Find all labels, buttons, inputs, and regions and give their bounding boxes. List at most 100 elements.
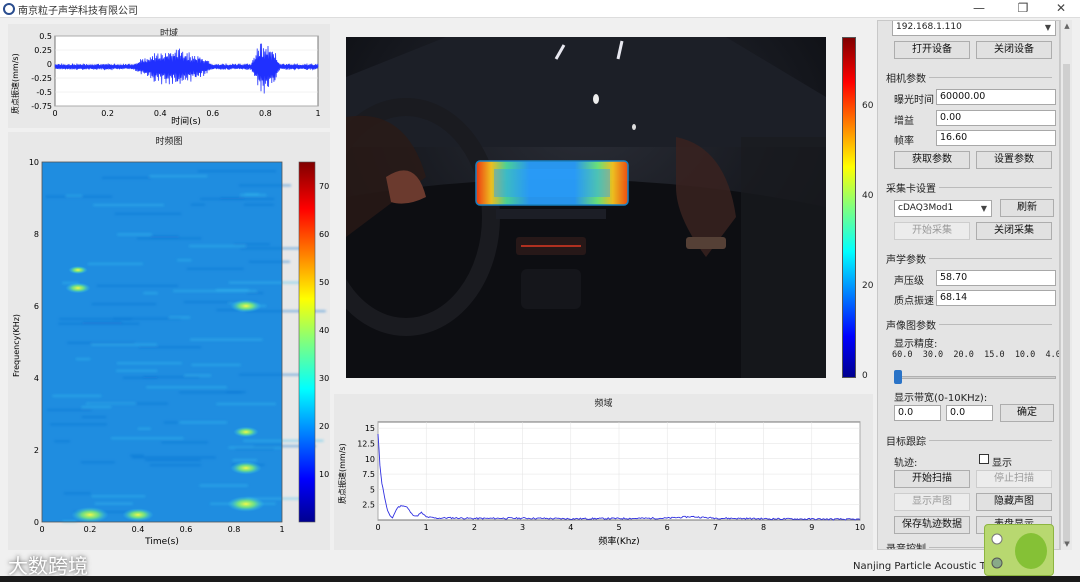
scroll-down-icon[interactable]: ▼ xyxy=(1061,538,1073,550)
spectrogram-colorbar-tick: 50 xyxy=(319,278,329,287)
spectrogram-colorbar-tick: 30 xyxy=(319,374,329,383)
spectrogram-band xyxy=(91,495,146,498)
chevron-down-icon: ▼ xyxy=(1044,23,1051,32)
freq-xlabel: 频率(Khz) xyxy=(598,535,639,547)
particle-velocity-label: 质点振速 xyxy=(894,296,934,307)
set-params-button[interactable]: 设置参数 xyxy=(976,151,1052,169)
spectrogram-band xyxy=(191,364,241,366)
spectrogram-band xyxy=(149,175,208,177)
close-button[interactable]: ✕ xyxy=(1044,0,1078,18)
freq-x-tick-label: 1 xyxy=(424,523,429,532)
freq-ylabel: 质点振速(mm/s) xyxy=(337,443,347,504)
confirm-bandwidth-button[interactable]: 确定 xyxy=(1000,404,1054,422)
band-low-field[interactable]: 0.0 xyxy=(894,405,941,421)
freq-x-tick-label: 8 xyxy=(761,523,766,532)
spectrogram-x-tick-label: 0.8 xyxy=(228,525,241,534)
spectrogram-chart: 0 0.2 0.4 0.6 0.8 10246810 10203040506070 Tim… xyxy=(12,158,329,547)
spectrogram-hot-spot xyxy=(230,299,262,313)
stop-scan-button[interactable]: 停止扫描 xyxy=(976,470,1052,488)
time-x-tick-label: 1 xyxy=(315,109,320,118)
ip-select[interactable]: 192.168.1.110 ▼ xyxy=(892,21,1056,36)
spectrogram-band xyxy=(232,459,258,461)
spectrogram-band xyxy=(190,203,206,206)
show-trail-checkbox[interactable] xyxy=(979,454,989,464)
spectrogram-band xyxy=(248,261,290,263)
spectrogram-band xyxy=(114,213,182,215)
spectrogram-band xyxy=(67,342,135,344)
spectrogram-band xyxy=(235,448,275,450)
spectrogram-colorbar xyxy=(298,161,316,523)
band-high-field[interactable]: 0.0 xyxy=(946,405,993,421)
stop-acquisition-button[interactable]: 关闭采集 xyxy=(976,222,1052,240)
minimize-button[interactable]: — xyxy=(962,0,996,18)
freq-x-tick-label: 0 xyxy=(375,523,380,532)
particle-velocity-field[interactable]: 68.14 xyxy=(936,290,1056,306)
freq-x-tick-label: 2 xyxy=(472,523,477,532)
spectrogram-band xyxy=(179,421,228,424)
time-x-tick-label: 0.6 xyxy=(206,109,219,118)
hide-sound-image-button[interactable]: 隐藏声图 xyxy=(976,493,1052,511)
gain-field[interactable]: 0.00 xyxy=(936,110,1056,126)
open-device-button[interactable]: 打开设备 xyxy=(894,41,970,59)
show-trail-label: 显示 xyxy=(992,458,1012,469)
camera-colorbar-tick: 60 xyxy=(862,101,874,111)
get-params-button[interactable]: 获取参数 xyxy=(894,151,970,169)
acoustic-title: 声学参数 xyxy=(886,251,929,266)
spectrogram-hot-spot xyxy=(233,426,259,438)
spectrogram-band xyxy=(197,170,277,172)
scrollbar-thumb[interactable] xyxy=(1063,64,1070,544)
spectrogram-band xyxy=(184,374,212,377)
spectrogram-y-tick-label: 4 xyxy=(34,374,39,383)
close-device-button[interactable]: 关闭设备 xyxy=(976,41,1052,59)
spectrogram-ylabel: Frequency(KHz) xyxy=(12,314,21,377)
spectrogram-colorbar-tick: 20 xyxy=(319,422,329,431)
spectrogram-y-tick-label: 6 xyxy=(34,302,39,311)
freq-x-tick-label: 3 xyxy=(520,523,525,532)
gain-label: 增益 xyxy=(894,116,914,127)
spectrogram-band xyxy=(80,461,115,464)
spectrogram-band xyxy=(131,456,216,459)
spectrogram-x-tick-label: 0.4 xyxy=(132,525,145,534)
spectrogram-band xyxy=(50,423,107,426)
freq-domain-chart: 0 1 2 3 4 5 6 7 8 9 10 2.5 5 7.5 10 12.5 15 频率(Khz) 质点振速… xyxy=(337,421,865,547)
image-params-section: 声像图参数 xyxy=(886,317,1052,332)
freq-x-tick-label: 7 xyxy=(713,523,718,532)
spectrogram-band xyxy=(143,376,200,378)
spl-field[interactable]: 58.70 xyxy=(936,270,1056,286)
camera-colorbar-tick: 40 xyxy=(862,191,874,201)
spectrogram-band xyxy=(177,259,192,261)
watermark: 大数跨境 xyxy=(8,554,88,578)
bandwidth-label: 显示带宽(0-10KHz): xyxy=(894,393,988,404)
spectrogram-hot-spot xyxy=(71,507,109,523)
show-sound-image-button[interactable]: 显示声图 xyxy=(894,493,970,511)
time-x-tick-label: 0 xyxy=(52,109,57,118)
precision-slider-handle[interactable] xyxy=(894,370,902,384)
spectrogram-band xyxy=(246,292,264,294)
start-acquisition-button[interactable]: 开始采集 xyxy=(894,222,970,240)
refresh-button[interactable]: 刷新 xyxy=(1000,199,1054,217)
spectrogram-y-tick-label: 8 xyxy=(34,230,39,239)
spectrogram-band xyxy=(63,492,91,495)
exposure-field[interactable]: 60000.00 xyxy=(936,89,1056,105)
spectrogram-x-tick-label: 0 xyxy=(39,525,44,534)
spectrogram-band xyxy=(87,263,143,265)
restore-button[interactable]: ❐ xyxy=(1006,0,1040,18)
exposure-label: 曝光时间 xyxy=(894,95,934,106)
freq-y-tick-label: 10 xyxy=(365,455,375,464)
acoustic-section: 声学参数 xyxy=(886,251,1052,266)
time-y-tick-label: 0.25 xyxy=(34,46,52,55)
spectrogram-hot-spot xyxy=(230,461,262,475)
start-scan-button[interactable]: 开始扫描 xyxy=(894,470,970,488)
recording-title: 录音控制 xyxy=(886,540,929,549)
control-panel-scrollbar[interactable]: ▲ ▼ xyxy=(1060,20,1072,550)
desktop-widget[interactable] xyxy=(984,524,1054,576)
save-track-button[interactable]: 保存轨迹数据 xyxy=(894,516,970,534)
daq-device-select[interactable]: cDAQ3Mod1 ▼ xyxy=(894,200,992,217)
fps-field[interactable]: 16.60 xyxy=(936,130,1056,146)
precision-slider[interactable] xyxy=(896,376,1056,379)
spectrogram-band xyxy=(228,281,311,284)
spectrogram-x-tick-label: 0.6 xyxy=(180,525,193,534)
chevron-down-icon: ▼ xyxy=(980,204,987,213)
scroll-up-icon[interactable]: ▲ xyxy=(1061,20,1073,32)
spectrogram-band xyxy=(52,395,102,397)
